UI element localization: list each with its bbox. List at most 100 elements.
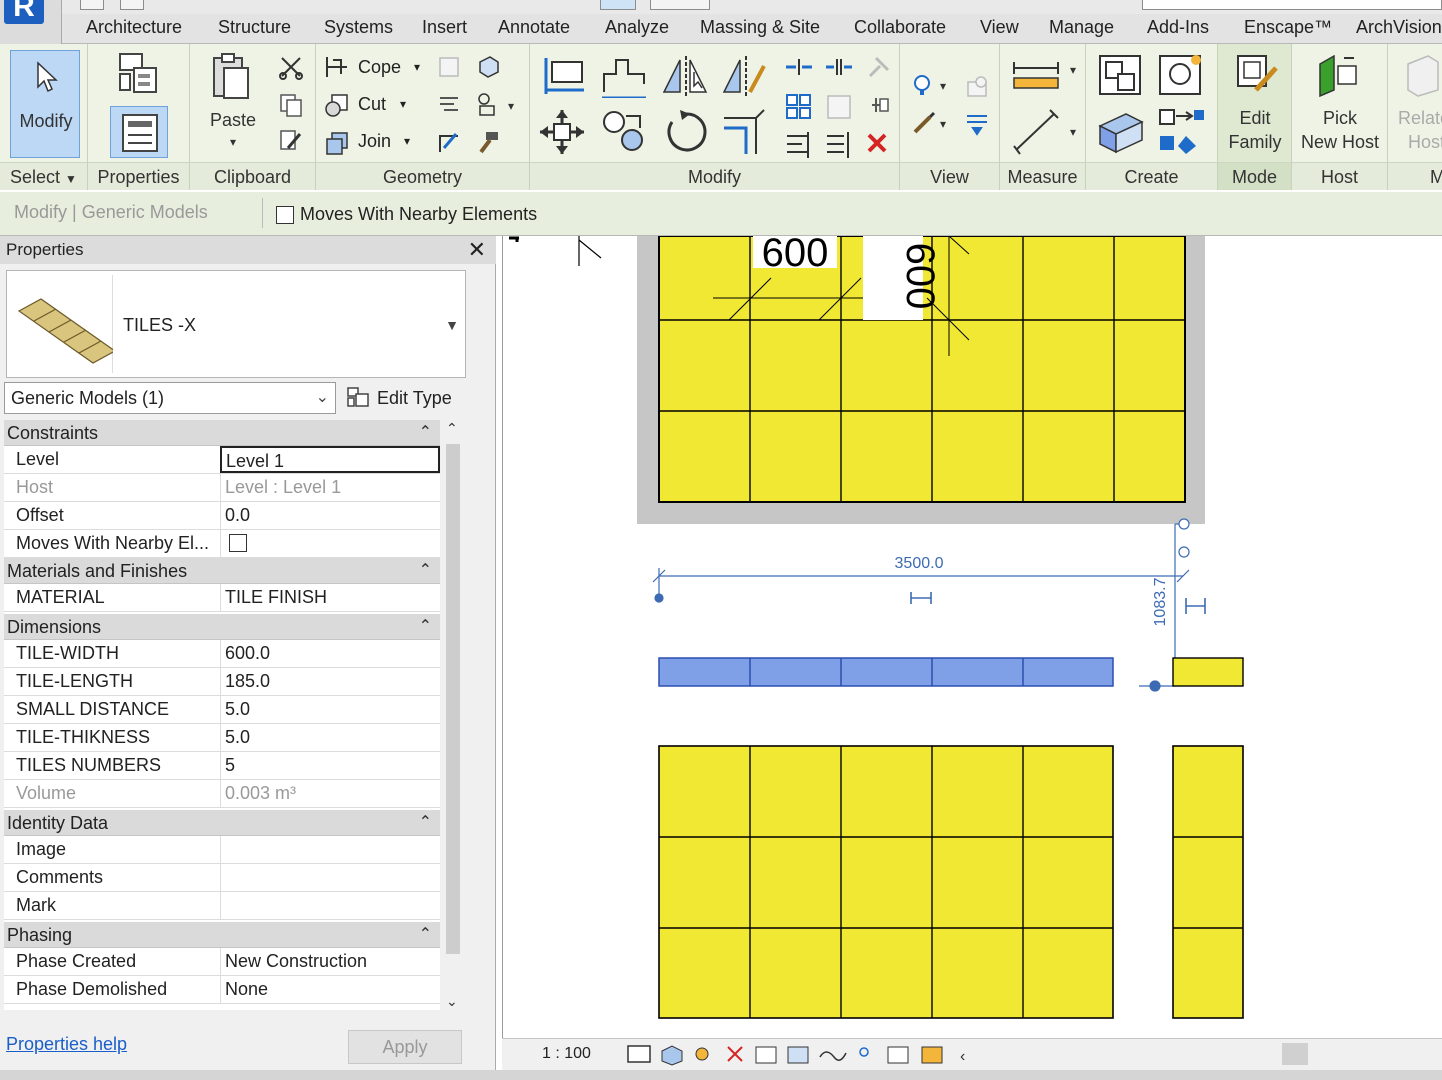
group-materials[interactable]: Materials and Finishes ⌃ [4,558,440,584]
offset-field[interactable]: 0.0 [220,502,440,529]
moves-with-nearby-option[interactable]: Moves With Nearby Elements [276,204,537,225]
linework-icon[interactable]: ▾ [912,110,952,136]
phase-demolished-field[interactable]: None [220,976,440,1003]
tab-annotate[interactable]: Annotate [498,17,570,38]
paste-button[interactable]: Paste [198,108,268,132]
chevron-left-icon[interactable]: ‹ [960,1048,965,1065]
measure-between-references-icon[interactable]: ▾ [1010,58,1080,92]
move-icon[interactable] [538,108,586,156]
split-with-gap-icon[interactable] [824,56,854,78]
properties-scrollbar[interactable]: ⌃ ⌄ [444,420,462,1010]
qat-button[interactable] [650,0,710,10]
tiles-numbers-field[interactable]: 5 [220,752,440,779]
create-assembly-icon[interactable] [1096,52,1146,98]
qat-button[interactable] [80,0,104,10]
mirror-pick-axis-icon[interactable] [660,52,710,96]
tab-archvision[interactable]: ArchVision [1356,17,1442,38]
collapse-icon[interactable]: ⌃ [419,420,432,446]
override-graphics-icon[interactable] [964,74,990,100]
tab-insert[interactable]: Insert [422,17,467,38]
temporary-view-properties-icon[interactable] [921,1046,943,1064]
trim-extend-icon[interactable] [720,108,768,156]
detail-level-icon[interactable] [627,1045,651,1063]
split-element-icon[interactable] [784,56,814,78]
create-similar-icon[interactable] [1156,106,1206,156]
group-identity[interactable]: Identity Data ⌃ [4,810,440,836]
select-dropdown[interactable]: Select ▼ [0,162,87,190]
wall-joins-icon[interactable] [476,54,502,80]
chevron-down-icon[interactable]: ▼ [445,317,459,333]
show-crop-icon[interactable] [787,1046,809,1064]
filter-view-icon[interactable] [964,110,990,136]
tab-manage[interactable]: Manage [1049,17,1114,38]
cut-scissors-icon[interactable] [278,54,304,80]
hide-in-view-icon[interactable]: ▾ [912,72,952,98]
tile-area-lower[interactable] [658,745,1114,1019]
properties-help-link[interactable]: Properties help [6,1034,127,1055]
aligned-dimension-icon[interactable]: ▾ [1010,108,1080,156]
drawing-area[interactable]: 600 600 3500.0 1083.7 [502,236,1442,1038]
application-menu-button[interactable]: R [0,0,62,44]
category-filter-dropdown[interactable]: Generic Models (1) ⌄ [4,382,336,414]
image-field[interactable] [220,836,440,863]
close-icon[interactable]: ✕ [468,236,486,264]
group-phasing[interactable]: Phasing ⌃ [4,922,440,948]
tab-enscape[interactable]: Enscape™ [1244,17,1332,38]
phase-created-field[interactable]: New Construction [220,948,440,975]
tab-systems[interactable]: Systems [324,17,393,38]
scale-icon[interactable] [824,92,854,122]
related-hosts-icon[interactable] [1402,50,1442,98]
hammer-icon[interactable] [476,130,502,156]
selected-tile-strip[interactable] [658,657,1114,687]
collapse-icon[interactable]: ⌃ [419,614,432,640]
dimension-1083-label[interactable]: 1083.7 [1152,577,1169,626]
tab-massing-site[interactable]: Massing & Site [700,17,820,38]
paste-icon[interactable] [208,50,252,102]
edit-type-button[interactable]: Edit Type [346,386,452,409]
align-icon[interactable] [540,54,588,98]
tile-thikness-field[interactable]: 5.0 [220,724,440,751]
array-icon[interactable] [784,92,814,122]
trim-multiple-icon[interactable] [784,130,814,160]
shadows-icon[interactable] [727,1046,743,1062]
dimension-3500[interactable] [652,568,1190,604]
material-field[interactable]: TILE FINISH [220,584,440,611]
trim-single-icon[interactable] [824,130,854,160]
temporary-hide-icon[interactable] [859,1047,869,1057]
copy-element-icon[interactable] [600,108,648,156]
split-face-icon[interactable] [436,54,462,80]
group-constraints[interactable]: Constraints ⌃ [4,420,440,446]
dimension-3500-label[interactable]: 3500.0 [895,555,944,572]
paste-dropdown-icon[interactable]: ▾ [198,130,268,154]
type-properties-icon[interactable] [114,50,162,98]
pin-icon[interactable] [866,92,892,118]
unpin-icon[interactable] [866,54,892,80]
crop-view-icon[interactable] [755,1046,777,1064]
comments-field[interactable] [220,864,440,891]
floor-plan-view[interactable]: 600 600 3500.0 1083.7 [503,236,1442,1038]
match-properties-icon[interactable] [278,128,304,154]
tab-architecture[interactable]: Architecture [86,17,182,38]
reveal-hidden-icon[interactable] [887,1046,909,1064]
tile-length-field[interactable]: 185.0 [220,668,440,695]
properties-button[interactable] [110,106,168,158]
type-selector[interactable]: TILES -X ▼ [6,270,466,378]
unlocked-3d-view-icon[interactable] [819,1051,847,1061]
modify-button[interactable]: Modify [10,50,80,158]
tab-view[interactable]: View [980,17,1019,38]
chevron-up-icon[interactable]: ⌃ [446,420,458,437]
offset-icon[interactable] [598,54,650,98]
mark-field[interactable] [220,892,440,919]
mirror-draw-axis-icon[interactable] [720,52,770,96]
collapse-icon[interactable]: ⌃ [419,810,432,836]
small-distance-field[interactable]: 5.0 [220,696,440,723]
apply-button[interactable]: Apply [348,1030,462,1064]
collapse-icon[interactable]: ⌃ [419,558,432,584]
demolish-icon[interactable] [436,92,462,118]
paint-icon[interactable] [436,130,462,156]
create-parts-icon[interactable] [1156,52,1206,98]
tab-structure[interactable]: Structure [218,17,291,38]
sun-path-icon[interactable] [695,1047,709,1061]
beam-column-join-icon[interactable]: ▾ [476,92,516,118]
horizontal-scrollbar-thumb[interactable] [1282,1043,1308,1065]
